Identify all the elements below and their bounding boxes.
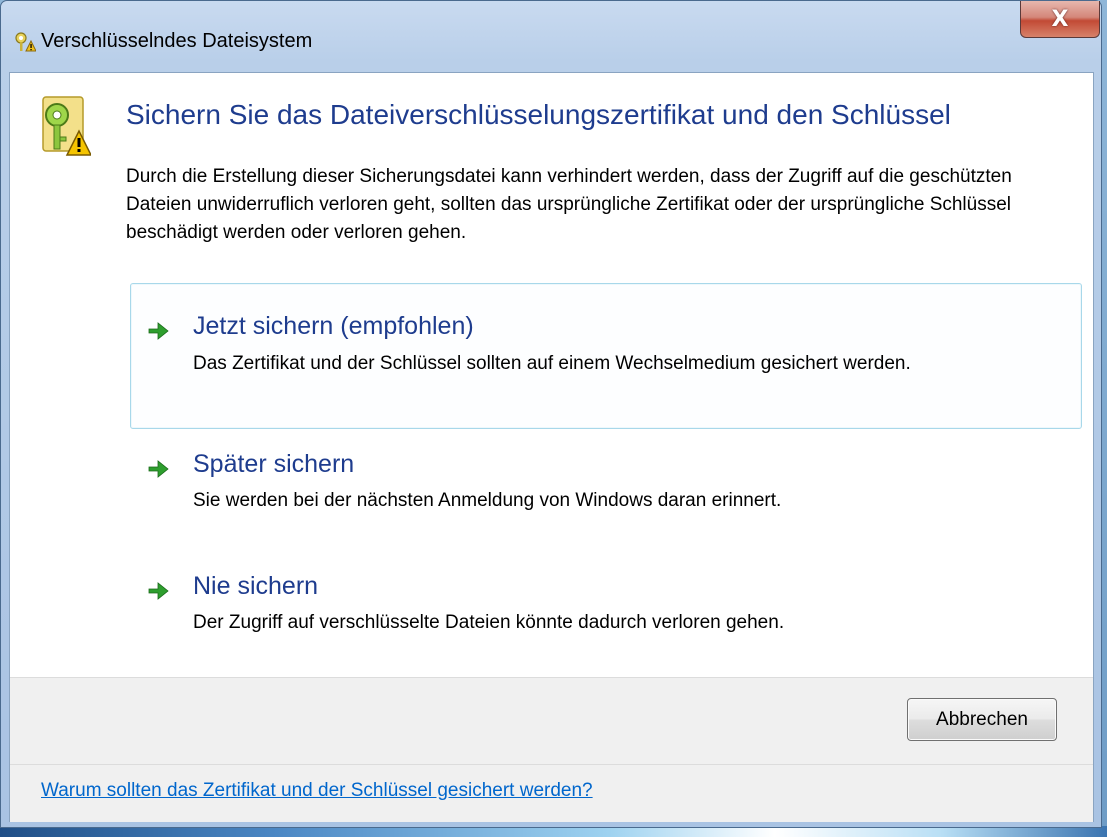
dialog-content: Sichern Sie das Dateiverschlüsselungszer… <box>9 72 1094 822</box>
close-icon: X <box>1051 6 1069 32</box>
green-arrow-icon <box>148 460 169 478</box>
dialog-heading: Sichern Sie das Dateiverschlüsselungszer… <box>126 99 951 130</box>
option-never-backup[interactable]: Nie sichern Der Zugriff auf verschlüssel… <box>130 563 1082 668</box>
dialog-window: Verschlüsselndes Dateisystem X Sichern S… <box>0 0 1102 828</box>
close-button[interactable]: X <box>1020 1 1100 38</box>
help-link[interactable]: Warum sollten das Zertifikat und der Sch… <box>41 780 593 802</box>
green-arrow-icon <box>148 322 169 340</box>
window-title: Verschlüsselndes Dateisystem <box>41 30 313 52</box>
dialog-description: Durch die Erstellung dieser Sicherungsda… <box>126 166 1012 243</box>
footer-divider <box>10 764 1093 765</box>
option-description: Das Zertifikat und der Schlüssel sollten… <box>193 353 911 374</box>
key-warning-icon <box>15 32 36 52</box>
cancel-button[interactable]: Abbrechen <box>907 698 1057 741</box>
dialog-footer: Abbrechen Warum sollten das Zertifikat u… <box>10 677 1093 822</box>
option-title: Später sichern <box>193 450 355 478</box>
option-backup-later[interactable]: Später sichern Sie werden bei der nächst… <box>130 441 1082 546</box>
title-bar[interactable]: Verschlüsselndes Dateisystem X <box>1 1 1101 77</box>
green-arrow-icon <box>148 582 169 600</box>
option-description: Sie werden bei der nächsten Anmeldung vo… <box>193 490 782 511</box>
key-warning-icon <box>42 96 91 156</box>
option-description: Der Zugriff auf verschlüsselte Dateien k… <box>193 612 785 633</box>
option-title: Jetzt sichern (empfohlen) <box>193 312 474 340</box>
option-backup-now[interactable]: Jetzt sichern (empfohlen) Das Zertifikat… <box>130 283 1082 429</box>
option-title: Nie sichern <box>193 572 319 600</box>
